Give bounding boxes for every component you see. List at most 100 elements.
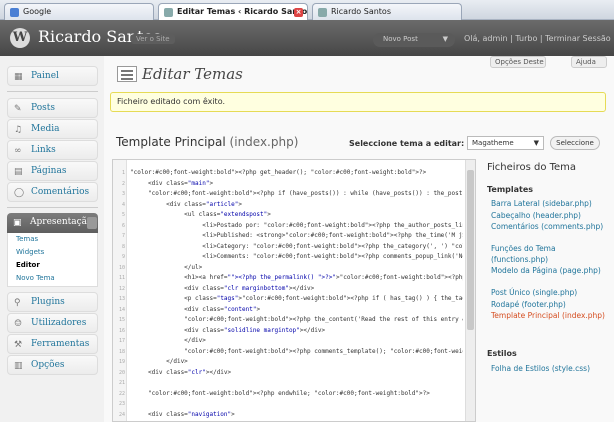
new-post-dropdown[interactable]: Novo Post ▼ xyxy=(373,33,455,47)
template-file-link[interactable]: Template Principal (index.php) xyxy=(491,310,607,321)
submenu-item-temas[interactable]: Temas xyxy=(8,233,97,246)
template-file-link[interactable]: Comentários (comments.php) xyxy=(491,221,607,232)
style-file-link[interactable]: Folha de Estilos (style.css) xyxy=(491,363,607,374)
code-editor[interactable]: 1 "color:#c00;font-weight:bold"><?php get… xyxy=(112,159,476,422)
visit-site-button[interactable]: Ver o Site xyxy=(131,34,175,44)
sidebar-item-links[interactable]: ∞ Links xyxy=(7,140,98,160)
code-line: 19 </div> xyxy=(113,357,463,367)
sidebar-item-comentarios[interactable]: ◯ Comentários xyxy=(7,182,98,202)
line-number: 23 xyxy=(118,401,125,407)
code-text: "color:#c00;font-weight:bold"><?php get_… xyxy=(130,169,427,176)
browser-tab-ricardo-santos[interactable]: Ricardo Santos xyxy=(312,3,462,20)
code-line: 22 "color:#c00;font-weight:bold"><?php e… xyxy=(113,389,463,399)
sidebar-item-label: Ferramentas xyxy=(31,339,90,349)
appearance-submenu: Temas Widgets Editor Novo Tema xyxy=(7,233,98,287)
line-number: 4 xyxy=(121,201,125,208)
chevron-down-icon: ▼ xyxy=(442,35,448,43)
theme-files-title: Ficheiros do Tema xyxy=(487,162,577,173)
dashboard-icon: ▦ xyxy=(14,72,23,82)
styles-heading: Estilos xyxy=(487,349,517,358)
sidebar-item-ferramentas[interactable]: ⚒ Ferramentas xyxy=(7,334,98,354)
sidebar-item-media[interactable]: ♫ Media xyxy=(7,119,98,139)
code-text: </div> xyxy=(130,337,206,344)
sidebar-item-label: Posts xyxy=(31,103,55,113)
page-favicon-icon xyxy=(164,8,173,17)
sidebar-item-label: Plugins xyxy=(31,297,65,307)
sidebar-item-painel[interactable]: ▦ Painel xyxy=(7,66,98,86)
users-icon: ☺ xyxy=(14,319,23,329)
tab-label: Editar Temas ‹ Ricardo Santos — ... xyxy=(177,7,307,16)
screen-options-button[interactable]: Opções Deste Ecran xyxy=(490,56,546,68)
line-number: 9 xyxy=(121,254,125,260)
wordpress-logo-icon: W xyxy=(10,28,30,48)
code-text: </div> xyxy=(130,358,188,365)
sidebar-item-apresentacao[interactable]: ▣ Apresentação xyxy=(7,213,98,233)
template-file-link[interactable]: Rodapé (footer.php) xyxy=(491,299,607,310)
menu-separator xyxy=(7,91,98,92)
code-line: 17 </div> xyxy=(113,336,463,346)
line-number: 2 xyxy=(121,180,125,187)
user-links[interactable]: Olá, admin | Turbo | Terminar Sessão xyxy=(464,34,611,43)
browser-tab-editar-temas[interactable]: Editar Temas ‹ Ricardo Santos — ... × xyxy=(158,3,308,20)
template-file-link[interactable]: Barra Lateral (sidebar.php) xyxy=(491,198,607,209)
link-icon: ∞ xyxy=(14,146,22,156)
scrollbar-thumb[interactable] xyxy=(467,170,474,330)
page-favicon-icon xyxy=(318,8,327,17)
code-line: 16 <div class="solidline margintop"></di… xyxy=(113,326,463,336)
sidebar-item-label: Links xyxy=(31,145,56,155)
select-theme-button[interactable]: Seleccione xyxy=(550,136,600,150)
code-text: <p class="tags">"color:#c00;font-weight:… xyxy=(130,295,463,302)
submenu-item-editor[interactable]: Editor xyxy=(8,259,97,272)
sidebar-item-label: Painel xyxy=(31,71,59,81)
line-number: 1 xyxy=(121,170,125,176)
line-number: 5 xyxy=(121,212,125,218)
success-notice: Ficheiro editado com êxito. xyxy=(110,92,606,112)
line-number: 8 xyxy=(121,243,125,250)
code-text: "color:#c00;font-weight:bold"><?php comm… xyxy=(184,347,463,355)
code-line: 6 <li>Postado por: "color:#c00;font-weig… xyxy=(113,221,463,231)
template-file-link[interactable]: Post Único (single.php) xyxy=(491,287,607,298)
submenu-item-widgets[interactable]: Widgets xyxy=(8,246,97,259)
page-title: Editar Temas xyxy=(142,65,243,83)
code-line: 10 </ul> xyxy=(113,263,463,273)
code-text: "color:#c00;font-weight:bold"><?php the_… xyxy=(184,316,463,323)
help-button[interactable]: Ajuda xyxy=(571,56,607,68)
line-number: 15 xyxy=(118,317,125,323)
appearance-page-icon xyxy=(117,66,137,82)
template-file-link[interactable]: Funções do Tema (functions.php) xyxy=(491,243,607,265)
sidebar-item-opcoes[interactable]: ▥ Opções xyxy=(7,355,98,375)
editor-scrollbar[interactable] xyxy=(465,160,475,421)
media-icon: ♫ xyxy=(14,125,23,135)
sidebar-item-label: Media xyxy=(31,124,60,134)
browser-tab-bar: Google Editar Temas ‹ Ricardo Santos — .… xyxy=(0,0,614,20)
line-number: 3 xyxy=(121,191,125,197)
theme-select[interactable]: Magatheme ▼ xyxy=(467,136,544,150)
code-line: 12 <div class="clr marginbottom"></div> xyxy=(113,284,463,294)
sidebar-item-posts[interactable]: ✎ Posts xyxy=(7,98,98,118)
line-number: 11 xyxy=(118,275,125,281)
sidebar-item-label: Opções xyxy=(31,360,65,370)
code-text: <li>Postado por: "color:#c00;font-weight… xyxy=(130,221,463,229)
theme-selected-value: Magatheme xyxy=(472,139,514,147)
code-text: <div class="navigation"> xyxy=(130,410,235,418)
templates-heading: Templates xyxy=(487,185,534,194)
line-number: 22 xyxy=(118,390,125,397)
sidebar-item-utilizadores[interactable]: ☺ Utilizadores xyxy=(7,313,98,333)
sidebar-item-plugins[interactable]: ⚲ Plugins xyxy=(7,292,98,312)
browser-tab-google[interactable]: Google xyxy=(4,3,154,20)
template-file-link[interactable]: Cabeçalho (header.php) xyxy=(491,210,607,221)
code-line: 15 "color:#c00;font-weight:bold"><?php t… xyxy=(113,315,463,325)
close-tab-icon[interactable]: × xyxy=(294,8,303,17)
code-text: <div class="clr marginbottom"></div> xyxy=(130,284,315,292)
tab-label: Ricardo Santos xyxy=(331,7,391,16)
code-line: 13 <p class="tags">"color:#c00;font-weig… xyxy=(113,294,463,304)
appearance-icon: ▣ xyxy=(13,218,22,228)
code-line: 18 "color:#c00;font-weight:bold"><?php c… xyxy=(113,347,463,357)
file-name: (index.php) xyxy=(229,135,299,149)
line-number: 19 xyxy=(118,359,125,365)
submenu-item-novo-tema[interactable]: Novo Tema xyxy=(8,272,97,285)
submenu-toggle-icon[interactable] xyxy=(87,217,97,229)
template-file-link[interactable]: Modelo da Página (page.php) xyxy=(491,265,607,276)
sidebar-item-paginas[interactable]: ▤ Páginas xyxy=(7,161,98,181)
code-text: </ul> xyxy=(130,263,203,271)
